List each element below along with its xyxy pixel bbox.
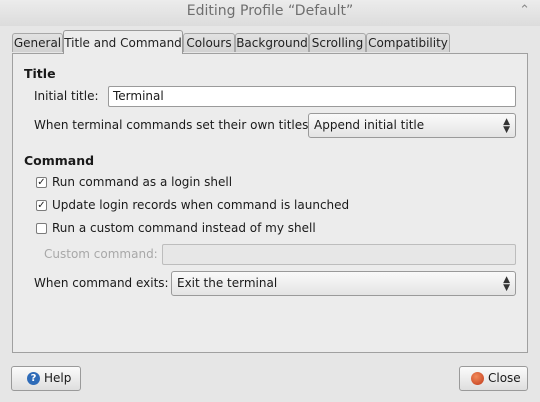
window-title: Editing Profile “Default” bbox=[186, 3, 354, 19]
title-bar: Editing Profile “Default” ⌃ bbox=[0, 0, 540, 26]
tab-general[interactable]: General bbox=[12, 33, 63, 52]
custom-command-toggle-label[interactable]: Run a custom command instead of my shell bbox=[52, 221, 316, 235]
login-shell-label[interactable]: Run command as a login shell bbox=[52, 175, 232, 189]
tab-background[interactable]: Background bbox=[235, 33, 309, 52]
initial-title-label: Initial title: bbox=[34, 89, 99, 103]
close-button[interactable]: Close bbox=[459, 366, 528, 391]
window-close-icon[interactable]: ⌃ bbox=[519, 3, 530, 18]
update-records-label[interactable]: Update login records when command is lau… bbox=[52, 198, 349, 212]
title-section-heading: Title bbox=[24, 66, 56, 81]
tab-compatibility[interactable]: Compatibility bbox=[366, 33, 450, 52]
custom-command-input[interactable] bbox=[162, 244, 516, 265]
help-button-label: Help bbox=[44, 371, 72, 385]
update-records-checkbox[interactable]: ✓ bbox=[36, 200, 47, 211]
help-button[interactable]: ? Help bbox=[11, 366, 81, 391]
command-exit-combo[interactable]: Exit the terminal ▲ ▼ bbox=[171, 271, 516, 296]
dynamic-title-value: Append initial title bbox=[314, 118, 425, 132]
custom-command-field-label: Custom command: bbox=[44, 247, 158, 261]
tab-colours[interactable]: Colours bbox=[183, 33, 235, 52]
login-shell-checkbox[interactable]: ✓ bbox=[36, 177, 47, 188]
command-exit-value: Exit the terminal bbox=[177, 276, 278, 290]
close-button-label: Close bbox=[488, 371, 521, 385]
dynamic-title-label: When terminal commands set their own tit… bbox=[34, 118, 313, 132]
custom-command-checkbox[interactable] bbox=[36, 223, 47, 234]
command-exit-label: When command exits: bbox=[34, 276, 169, 290]
help-icon: ? bbox=[27, 372, 40, 385]
command-section-heading: Command bbox=[24, 153, 95, 168]
tab-title-and-command[interactable]: Title and Command bbox=[63, 30, 183, 54]
initial-title-input[interactable]: Terminal bbox=[108, 86, 516, 107]
dynamic-title-combo[interactable]: Append initial title ▲ ▼ bbox=[308, 113, 516, 138]
combo-arrows-icon: ▲ ▼ bbox=[503, 117, 510, 135]
close-icon bbox=[471, 372, 484, 385]
combo-arrows-icon: ▲ ▼ bbox=[503, 275, 510, 293]
tab-scrolling[interactable]: Scrolling bbox=[309, 33, 366, 52]
